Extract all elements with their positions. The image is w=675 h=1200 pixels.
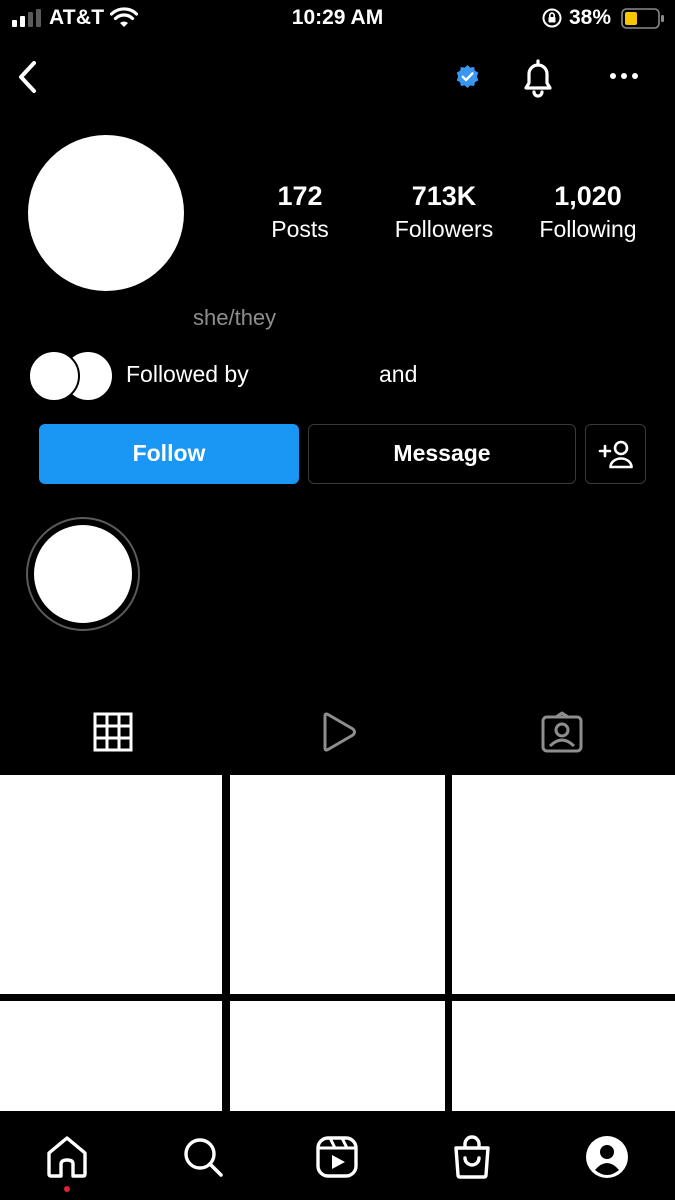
posts-stat[interactable]: 172 Posts — [230, 180, 370, 246]
orientation-lock-icon — [542, 8, 562, 28]
post-thumbnail[interactable] — [452, 775, 675, 994]
post-thumbnail[interactable] — [230, 775, 445, 994]
suggested-accounts-button[interactable] — [585, 424, 646, 484]
followers-label: Followers — [394, 216, 494, 242]
back-icon[interactable] — [14, 58, 42, 96]
followed-by-and: and — [379, 361, 418, 387]
story-highlight[interactable] — [26, 517, 140, 631]
post-thumbnail[interactable] — [0, 775, 222, 994]
more-options-icon[interactable] — [606, 68, 642, 84]
battery-icon — [621, 8, 664, 29]
verified-badge-icon — [456, 65, 479, 88]
post-thumbnail[interactable] — [452, 1001, 675, 1111]
bell-icon[interactable] — [518, 54, 558, 100]
reels-icon[interactable] — [314, 1134, 360, 1180]
shop-icon[interactable] — [449, 1134, 495, 1180]
profile-avatar[interactable] — [28, 135, 184, 291]
message-button[interactable]: Message — [308, 424, 576, 484]
posts-count: 172 — [277, 181, 323, 211]
post-thumbnail[interactable] — [230, 1001, 445, 1111]
post-thumbnail[interactable] — [0, 1001, 222, 1111]
following-label: Following — [539, 216, 637, 242]
following-count: 1,020 — [554, 181, 622, 211]
tagged-icon[interactable] — [540, 710, 584, 754]
battery-percent: 38% — [569, 6, 612, 29]
story-highlight-cover — [34, 525, 132, 623]
bottom-navigation — [0, 1112, 675, 1200]
followed-by-text[interactable]: Followed by — [126, 361, 249, 388]
followers-count: 713K — [411, 181, 477, 211]
pronouns: she/they — [193, 305, 277, 330]
profile-header — [0, 48, 675, 108]
status-bar: AT&T 10:29 AM 38% — [0, 0, 675, 38]
mutual-followers-avatars[interactable] — [28, 350, 114, 402]
posts-label: Posts — [271, 216, 329, 242]
grid-icon[interactable] — [91, 710, 135, 754]
home-notification-dot — [64, 1186, 70, 1192]
search-icon[interactable] — [180, 1134, 226, 1180]
add-person-icon — [598, 440, 633, 469]
home-icon[interactable] — [44, 1134, 90, 1180]
mutual-avatar — [28, 350, 80, 402]
follow-button[interactable]: Follow — [39, 424, 299, 484]
profile-icon[interactable] — [584, 1134, 630, 1180]
following-stat[interactable]: 1,020 Following — [518, 180, 658, 246]
followers-stat[interactable]: 713K Followers — [374, 180, 514, 246]
reels-tab-icon[interactable] — [316, 710, 360, 754]
